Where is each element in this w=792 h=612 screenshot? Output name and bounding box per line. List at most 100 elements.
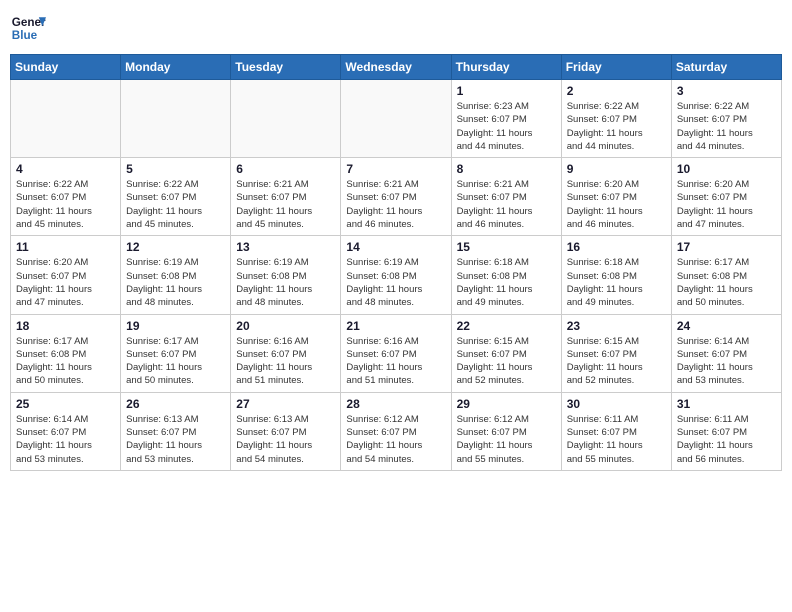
day-info: Sunrise: 6:15 AM Sunset: 6:07 PM Dayligh…: [457, 335, 556, 388]
day-info: Sunrise: 6:22 AM Sunset: 6:07 PM Dayligh…: [567, 100, 666, 153]
day-cell-9: 9 Sunrise: 6:20 AM Sunset: 6:07 PM Daylig…: [561, 158, 671, 236]
empty-cell: [341, 80, 451, 158]
day-cell-12: 12 Sunrise: 6:19 AM Sunset: 6:08 PM Dayli…: [121, 236, 231, 314]
day-number: 4: [16, 162, 115, 176]
day-number: 18: [16, 319, 115, 333]
day-number: 26: [126, 397, 225, 411]
weekday-header-tuesday: Tuesday: [231, 55, 341, 80]
day-number: 11: [16, 240, 115, 254]
day-number: 12: [126, 240, 225, 254]
day-number: 7: [346, 162, 445, 176]
day-info: Sunrise: 6:17 AM Sunset: 6:08 PM Dayligh…: [677, 256, 776, 309]
day-info: Sunrise: 6:14 AM Sunset: 6:07 PM Dayligh…: [16, 413, 115, 466]
day-cell-25: 25 Sunrise: 6:14 AM Sunset: 6:07 PM Dayli…: [11, 392, 121, 470]
day-number: 25: [16, 397, 115, 411]
day-info: Sunrise: 6:21 AM Sunset: 6:07 PM Dayligh…: [457, 178, 556, 231]
day-cell-3: 3Sunrise: 6:22 AM Sunset: 6:07 PM Daylig…: [671, 80, 781, 158]
day-number: 13: [236, 240, 335, 254]
day-number: 2: [567, 84, 666, 98]
day-cell-5: 5 Sunrise: 6:22 AM Sunset: 6:07 PM Daylig…: [121, 158, 231, 236]
day-info: Sunrise: 6:23 AM Sunset: 6:07 PM Dayligh…: [457, 100, 556, 153]
day-info: Sunrise: 6:13 AM Sunset: 6:07 PM Dayligh…: [126, 413, 225, 466]
day-info: Sunrise: 6:14 AM Sunset: 6:07 PM Dayligh…: [677, 335, 776, 388]
day-cell-30: 30Sunrise: 6:11 AM Sunset: 6:07 PM Dayli…: [561, 392, 671, 470]
calendar-table: SundayMondayTuesdayWednesdayThursdayFrid…: [10, 54, 782, 471]
week-row-5: 25 Sunrise: 6:14 AM Sunset: 6:07 PM Dayli…: [11, 392, 782, 470]
day-info: Sunrise: 6:20 AM Sunset: 6:07 PM Dayligh…: [677, 178, 776, 231]
day-info: Sunrise: 6:19 AM Sunset: 6:08 PM Dayligh…: [126, 256, 225, 309]
day-info: Sunrise: 6:17 AM Sunset: 6:07 PM Dayligh…: [126, 335, 225, 388]
day-cell-1: 1 Sunrise: 6:23 AM Sunset: 6:07 PM Daylig…: [451, 80, 561, 158]
day-info: Sunrise: 6:19 AM Sunset: 6:08 PM Dayligh…: [346, 256, 445, 309]
day-cell-19: 19 Sunrise: 6:17 AM Sunset: 6:07 PM Dayli…: [121, 314, 231, 392]
day-cell-20: 20 Sunrise: 6:16 AM Sunset: 6:07 PM Dayli…: [231, 314, 341, 392]
day-cell-29: 29Sunrise: 6:12 AM Sunset: 6:07 PM Dayli…: [451, 392, 561, 470]
day-number: 15: [457, 240, 556, 254]
day-cell-14: 14 Sunrise: 6:19 AM Sunset: 6:08 PM Dayli…: [341, 236, 451, 314]
day-number: 30: [567, 397, 666, 411]
day-info: Sunrise: 6:16 AM Sunset: 6:07 PM Dayligh…: [236, 335, 335, 388]
day-cell-23: 23 Sunrise: 6:15 AM Sunset: 6:07 PM Dayli…: [561, 314, 671, 392]
day-number: 31: [677, 397, 776, 411]
day-number: 17: [677, 240, 776, 254]
day-number: 14: [346, 240, 445, 254]
day-info: Sunrise: 6:11 AM Sunset: 6:07 PM Dayligh…: [677, 413, 776, 466]
day-info: Sunrise: 6:22 AM Sunset: 6:07 PM Dayligh…: [126, 178, 225, 231]
day-cell-17: 17 Sunrise: 6:17 AM Sunset: 6:08 PM Dayli…: [671, 236, 781, 314]
weekday-header-thursday: Thursday: [451, 55, 561, 80]
day-number: 16: [567, 240, 666, 254]
day-cell-31: 31 Sunrise: 6:11 AM Sunset: 6:07 PM Dayli…: [671, 392, 781, 470]
day-cell-4: 4 Sunrise: 6:22 AM Sunset: 6:07 PM Daylig…: [11, 158, 121, 236]
header: General Blue: [10, 10, 782, 46]
empty-cell: [11, 80, 121, 158]
day-info: Sunrise: 6:12 AM Sunset: 6:07 PM Dayligh…: [346, 413, 445, 466]
week-row-4: 18 Sunrise: 6:17 AM Sunset: 6:08 PM Dayli…: [11, 314, 782, 392]
weekday-header-sunday: Sunday: [11, 55, 121, 80]
day-cell-21: 21 Sunrise: 6:16 AM Sunset: 6:07 PM Dayli…: [341, 314, 451, 392]
day-number: 28: [346, 397, 445, 411]
weekday-header-saturday: Saturday: [671, 55, 781, 80]
day-number: 27: [236, 397, 335, 411]
day-number: 21: [346, 319, 445, 333]
day-cell-11: 11Sunrise: 6:20 AM Sunset: 6:07 PM Dayli…: [11, 236, 121, 314]
week-row-3: 11Sunrise: 6:20 AM Sunset: 6:07 PM Dayli…: [11, 236, 782, 314]
day-number: 23: [567, 319, 666, 333]
day-info: Sunrise: 6:21 AM Sunset: 6:07 PM Dayligh…: [236, 178, 335, 231]
day-info: Sunrise: 6:19 AM Sunset: 6:08 PM Dayligh…: [236, 256, 335, 309]
day-cell-10: 10Sunrise: 6:20 AM Sunset: 6:07 PM Dayli…: [671, 158, 781, 236]
logo-icon: General Blue: [10, 10, 46, 46]
weekday-header-row: SundayMondayTuesdayWednesdayThursdayFrid…: [11, 55, 782, 80]
day-number: 8: [457, 162, 556, 176]
weekday-header-monday: Monday: [121, 55, 231, 80]
day-cell-26: 26 Sunrise: 6:13 AM Sunset: 6:07 PM Dayli…: [121, 392, 231, 470]
day-number: 9: [567, 162, 666, 176]
day-cell-27: 27 Sunrise: 6:13 AM Sunset: 6:07 PM Dayli…: [231, 392, 341, 470]
weekday-header-friday: Friday: [561, 55, 671, 80]
day-cell-15: 15Sunrise: 6:18 AM Sunset: 6:08 PM Dayli…: [451, 236, 561, 314]
day-number: 5: [126, 162, 225, 176]
day-info: Sunrise: 6:13 AM Sunset: 6:07 PM Dayligh…: [236, 413, 335, 466]
day-info: Sunrise: 6:22 AM Sunset: 6:07 PM Dayligh…: [677, 100, 776, 153]
logo: General Blue: [10, 10, 50, 46]
day-cell-22: 22 Sunrise: 6:15 AM Sunset: 6:07 PM Dayli…: [451, 314, 561, 392]
day-info: Sunrise: 6:16 AM Sunset: 6:07 PM Dayligh…: [346, 335, 445, 388]
day-number: 1: [457, 84, 556, 98]
week-row-2: 4 Sunrise: 6:22 AM Sunset: 6:07 PM Daylig…: [11, 158, 782, 236]
day-cell-6: 6 Sunrise: 6:21 AM Sunset: 6:07 PM Daylig…: [231, 158, 341, 236]
day-info: Sunrise: 6:12 AM Sunset: 6:07 PM Dayligh…: [457, 413, 556, 466]
day-info: Sunrise: 6:15 AM Sunset: 6:07 PM Dayligh…: [567, 335, 666, 388]
day-number: 6: [236, 162, 335, 176]
empty-cell: [231, 80, 341, 158]
svg-text:Blue: Blue: [12, 29, 38, 42]
day-number: 20: [236, 319, 335, 333]
day-cell-24: 24 Sunrise: 6:14 AM Sunset: 6:07 PM Dayli…: [671, 314, 781, 392]
day-info: Sunrise: 6:20 AM Sunset: 6:07 PM Dayligh…: [567, 178, 666, 231]
day-number: 24: [677, 319, 776, 333]
day-info: Sunrise: 6:17 AM Sunset: 6:08 PM Dayligh…: [16, 335, 115, 388]
day-number: 22: [457, 319, 556, 333]
day-cell-16: 16Sunrise: 6:18 AM Sunset: 6:08 PM Dayli…: [561, 236, 671, 314]
day-info: Sunrise: 6:22 AM Sunset: 6:07 PM Dayligh…: [16, 178, 115, 231]
day-cell-18: 18 Sunrise: 6:17 AM Sunset: 6:08 PM Dayli…: [11, 314, 121, 392]
day-cell-13: 13 Sunrise: 6:19 AM Sunset: 6:08 PM Dayli…: [231, 236, 341, 314]
day-number: 19: [126, 319, 225, 333]
